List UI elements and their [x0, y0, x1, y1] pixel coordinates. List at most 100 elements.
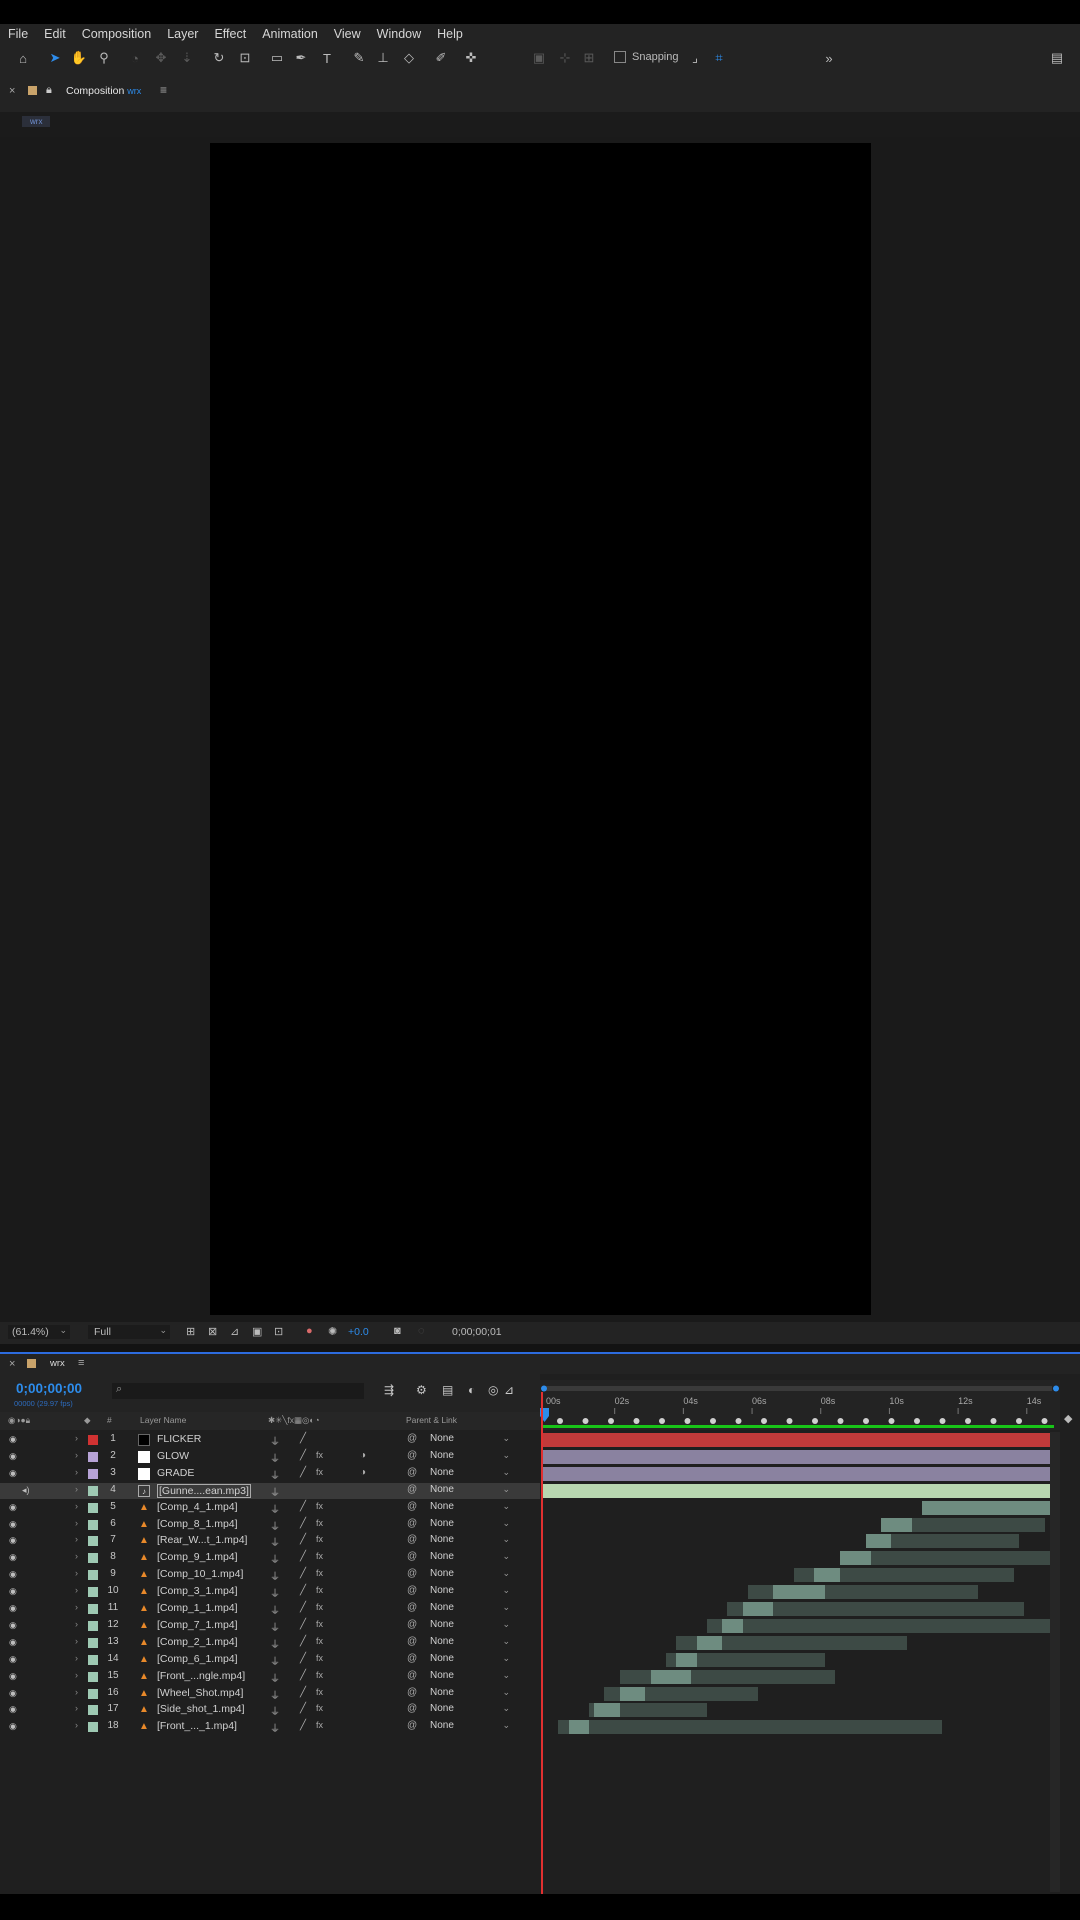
layer-row[interactable]: ◉ › 7 ▲ [Rear_W...t_1.mp4] ⏚ ╱ fx @ None ⌄	[0, 1533, 540, 1549]
type-tool-icon[interactable]: T	[318, 49, 336, 67]
layer-row[interactable]: ◉ › 8 ▲ [Comp_9_1.mp4] ⏚ ╱ fx @ None ⌄	[0, 1550, 540, 1566]
zoom-tool-icon[interactable]: ⚲	[95, 49, 113, 67]
quality-switch-icon[interactable]: ╱	[300, 1551, 306, 1562]
parent-dropdown[interactable]: None ⌄	[430, 1703, 510, 1716]
workspace-icon[interactable]: ▤	[1048, 49, 1066, 67]
visibility-eye-icon[interactable]: ◉	[9, 1553, 18, 1562]
expand-arrow-icon[interactable]: ›	[75, 1534, 78, 1544]
shy-switch-icon[interactable]: ⏚	[270, 1433, 280, 1448]
pickwhip-icon[interactable]: @	[407, 1653, 417, 1664]
parent-dropdown[interactable]: None ⌄	[430, 1433, 510, 1446]
layer-name[interactable]: GLOW	[157, 1450, 189, 1462]
shy-switch-icon[interactable]: ⏚	[270, 1619, 280, 1634]
region-of-interest-icon[interactable]: ▣	[252, 1325, 262, 1338]
pan-behind-tool-icon[interactable]: ⊡	[236, 49, 254, 67]
expand-arrow-icon[interactable]: ›	[75, 1653, 78, 1663]
layer-duration-bar[interactable]	[558, 1720, 943, 1735]
panel-title[interactable]: Composition wrx	[66, 85, 141, 97]
shy-switch-icon[interactable]: ⏚	[270, 1450, 280, 1465]
switches-icon[interactable]: ✱✳╲fx▦◎◐◔	[268, 1415, 320, 1426]
label-color-swatch[interactable]	[88, 1587, 98, 1598]
fx-switch-icon[interactable]: fx	[316, 1687, 323, 1697]
current-time[interactable]: 0;00;00;00	[16, 1381, 82, 1396]
pickwhip-icon[interactable]: @	[407, 1433, 417, 1444]
layer-name[interactable]: [Comp_4_1.mp4]	[157, 1501, 238, 1513]
pickwhip-icon[interactable]: @	[407, 1585, 417, 1596]
parent-dropdown[interactable]: None ⌄	[430, 1619, 510, 1632]
label-color-swatch[interactable]	[88, 1620, 98, 1631]
pan-camera-icon[interactable]: ✥	[152, 49, 170, 67]
label-color-swatch[interactable]	[88, 1435, 98, 1445]
layer-active-segment[interactable]	[921, 1500, 1055, 1515]
fx-switch-icon[interactable]: fx	[316, 1518, 323, 1528]
layer-name[interactable]: [Front_...ngle.mp4]	[157, 1670, 245, 1682]
menu-animation[interactable]: Animation	[254, 27, 326, 41]
layer-row[interactable]: ◉ › 13 ▲ [Comp_2_1.mp4] ⏚ ╱ fx @ None ⌄	[0, 1635, 540, 1651]
layer-name[interactable]: [Comp_1_1.mp4]	[157, 1602, 238, 1614]
visibility-eye-icon[interactable]: ◉	[9, 1654, 18, 1664]
pickwhip-icon[interactable]: @	[407, 1551, 417, 1562]
close-panel-button[interactable]: ×	[9, 85, 15, 97]
pickwhip-icon[interactable]: @	[407, 1687, 417, 1698]
pickwhip-icon[interactable]: @	[407, 1703, 417, 1714]
quality-switch-icon[interactable]: ╱	[300, 1585, 306, 1596]
resolution-dropdown[interactable]: Full ⌄	[88, 1325, 170, 1339]
shy-switch-icon[interactable]: ⏚	[270, 1551, 280, 1566]
layer-name[interactable]: [Comp_3_1.mp4]	[157, 1585, 238, 1597]
parent-dropdown[interactable]: None ⌄	[430, 1518, 510, 1531]
guides-icon[interactable]: ⊡	[274, 1325, 283, 1338]
layer-bars[interactable]	[540, 1432, 1060, 1886]
graph-editor-icon[interactable]: ⊿	[504, 1383, 514, 1397]
pickwhip-icon[interactable]: @	[407, 1568, 417, 1579]
dolly-camera-icon[interactable]: ⇣	[178, 49, 196, 67]
shy-switch-icon[interactable]: ⏚	[270, 1568, 280, 1583]
ruler-svg[interactable]: 00s 02s 04s 06s 08s 10s 12s 14s	[540, 1380, 1060, 1430]
pen-tool-icon[interactable]: ✒	[292, 49, 310, 67]
shy-switch-icon[interactable]: ⏚	[270, 1687, 280, 1702]
quality-switch-icon[interactable]: ╱	[300, 1687, 306, 1698]
composition-canvas[interactable]	[210, 143, 871, 1315]
fx-switch-icon[interactable]: fx	[316, 1450, 323, 1460]
quality-switch-icon[interactable]: ╱	[300, 1450, 306, 1461]
exposure-value[interactable]: +0.0	[348, 1326, 369, 1338]
adjustment-layer-icon[interactable]: ◑	[360, 1450, 366, 1461]
layer-duration-bar[interactable]	[543, 1449, 1055, 1464]
layer-name[interactable]: [Wheel_Shot.mp4]	[157, 1687, 243, 1699]
fx-switch-icon[interactable]: fx	[316, 1636, 323, 1646]
pickwhip-icon[interactable]: @	[407, 1450, 417, 1461]
eraser-tool-icon[interactable]: ◇	[400, 49, 418, 67]
expand-arrow-icon[interactable]: ›	[75, 1670, 78, 1680]
menu-window[interactable]: Window	[369, 27, 429, 41]
fx-switch-icon[interactable]: fx	[316, 1602, 323, 1612]
lock-icon[interactable]: 🔒︎	[46, 84, 52, 97]
snapshot-camera-icon[interactable]: ◙	[394, 1325, 401, 1337]
color-management-icon[interactable]: ✺	[328, 1325, 337, 1338]
layer-name[interactable]: [Side_shot_1.mp4]	[157, 1703, 245, 1715]
layer-row[interactable]: ◉ › 12 ▲ [Comp_7_1.mp4] ⏚ ╱ fx @ None ⌄	[0, 1618, 540, 1634]
quality-switch-icon[interactable]: ╱	[300, 1703, 306, 1714]
shy-switch-icon[interactable]: ⏚	[270, 1484, 280, 1499]
timeline-tab[interactable]: wrx	[50, 1358, 65, 1369]
frame-blending-icon[interactable]: ◐	[468, 1383, 475, 1397]
playhead-line[interactable]	[541, 1392, 543, 1894]
orbit-camera-icon[interactable]: ◔	[126, 49, 144, 67]
label-color-swatch[interactable]	[88, 1604, 98, 1614]
expand-arrow-icon[interactable]: ›	[75, 1501, 78, 1511]
shy-switch-icon[interactable]: ⏚	[270, 1720, 280, 1735]
layer-name[interactable]: FLICKER	[157, 1433, 201, 1445]
expand-arrow-icon[interactable]: ›	[75, 1585, 78, 1595]
quality-switch-icon[interactable]: ╱	[300, 1670, 306, 1681]
audio-toggle-icon[interactable]: ◂)	[22, 1485, 31, 1495]
expand-arrow-icon[interactable]: ›	[75, 1568, 78, 1578]
shy-switch-icon[interactable]: ⏚	[270, 1585, 280, 1600]
layer-row[interactable]: ◉ › 1 FLICKER ⏚ ╱ @ None ⌄	[0, 1432, 540, 1448]
shy-switch-icon[interactable]: ⏚	[270, 1467, 280, 1482]
layer-name[interactable]: [Front_..._1.mp4]	[157, 1720, 237, 1732]
layer-row[interactable]: ◉ › 15 ▲ [Front_...ngle.mp4] ⏚ ╱ fx @ None ⌄	[0, 1669, 540, 1685]
label-color-swatch[interactable]	[88, 1637, 98, 1648]
visibility-eye-icon[interactable]: ◉	[9, 1435, 18, 1444]
expand-arrow-icon[interactable]: ›	[75, 1518, 78, 1528]
pickwhip-icon[interactable]: @	[407, 1534, 417, 1545]
layer-row[interactable]: ◉ › 2 GLOW ⏚ ╱ fx ◑ @ None ⌄	[0, 1449, 540, 1465]
pickwhip-icon[interactable]: @	[407, 1518, 417, 1529]
